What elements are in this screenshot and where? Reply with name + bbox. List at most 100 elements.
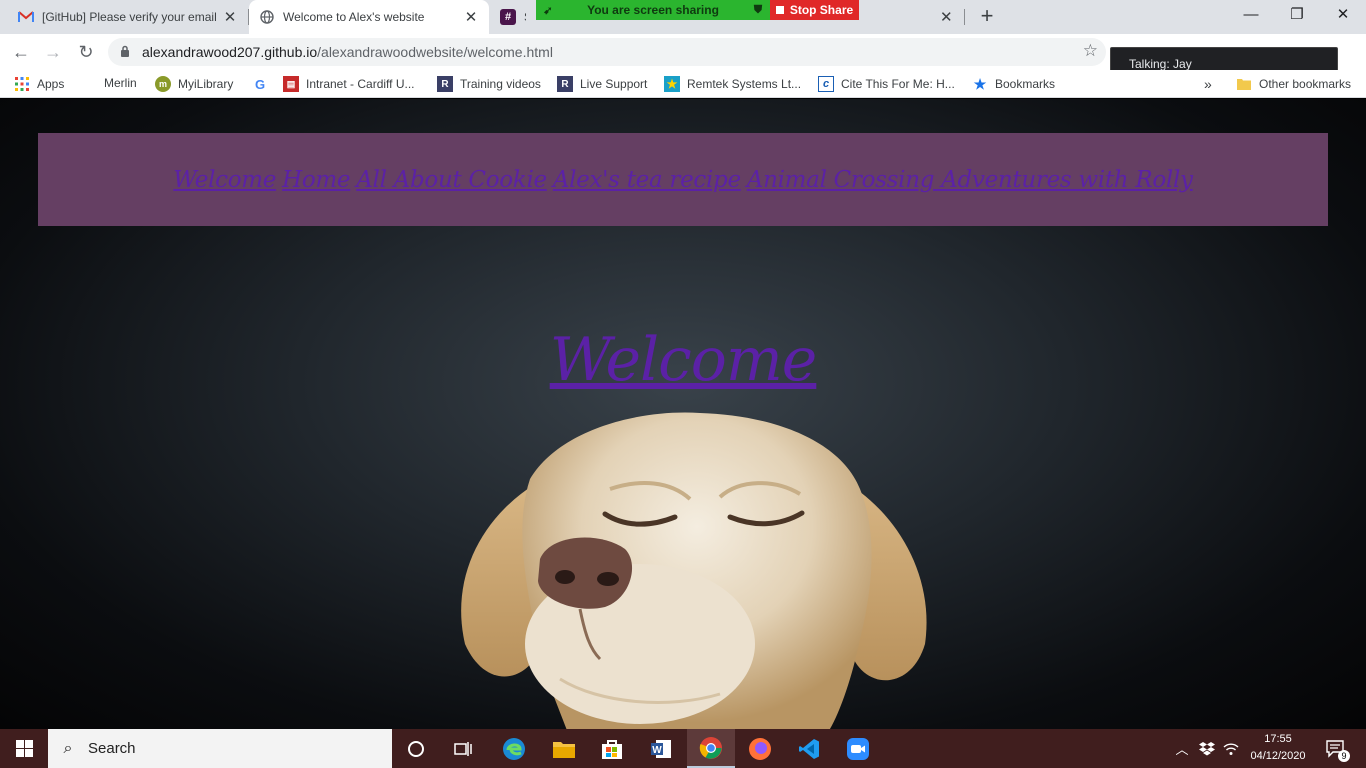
bookmark-training-videos[interactable]: R Training videos (437, 76, 541, 92)
star-icon: ★ (664, 76, 680, 92)
nav-link-all-about-cookie[interactable]: All About Cookie (356, 167, 547, 193)
tab-separator (964, 9, 965, 25)
tab-title: Welcome to Alex's website (283, 10, 425, 24)
tab-gmail[interactable]: [GitHub] Please verify your email ✕ (8, 0, 248, 34)
slack-icon: # (500, 9, 516, 25)
other-bookmarks[interactable]: Other bookmarks (1236, 76, 1351, 92)
bookmark-label: Bookmarks (995, 77, 1056, 91)
task-view-icon[interactable] (440, 729, 488, 768)
apps-grid-icon (14, 76, 30, 92)
start-button[interactable] (0, 729, 48, 768)
globe-icon (259, 9, 275, 25)
nav-link-tea-recipe[interactable]: Alex's tea recipe (553, 167, 741, 193)
intranet-icon: ▤ (283, 76, 299, 92)
cite-icon: c (818, 76, 834, 92)
remtek-icon: R (437, 76, 453, 92)
tab-title: [GitHub] Please verify your email (42, 10, 216, 24)
star-icon: ★ (973, 75, 987, 92)
clock-date: 04/12/2020 (1250, 750, 1306, 762)
bookmark-label: Other bookmarks (1259, 77, 1352, 91)
bookmarks-bar: Apps Merlin m MyiLibrary G ▤ Intranet - … (0, 70, 1366, 98)
restore-button[interactable]: ❐ (1274, 0, 1320, 30)
bookmark-cite-this-for-me[interactable]: c Cite This For Me: H... (818, 76, 955, 92)
welcome-heading-link[interactable]: Welcome (550, 325, 818, 395)
folder-icon (1236, 76, 1252, 92)
windows-taskbar: ⌕ Search W ︿ 17:55 04/12/2020 9 (0, 729, 1366, 768)
store-icon[interactable] (588, 729, 636, 768)
nav-link-animal-crossing[interactable]: Animal Crossing Adventures with Rolly (747, 167, 1193, 193)
svg-text:W: W (652, 745, 662, 756)
word-icon[interactable]: W (637, 729, 685, 768)
remtek-icon: R (557, 76, 573, 92)
nav-link-home[interactable]: Home (282, 167, 350, 193)
bookmark-remtek-systems[interactable]: ★ Remtek Systems Lt... (664, 76, 801, 92)
firefox-icon[interactable] (736, 729, 784, 768)
stop-square-icon (775, 6, 784, 14)
clock-time: 17:55 (1264, 733, 1292, 745)
screen-share-status: You are screen sharing (587, 3, 719, 17)
bookmark-live-support[interactable]: R Live Support (557, 76, 647, 92)
web-page: Welcome Home All About Cookie Alex's tea… (0, 99, 1366, 729)
site-nav-bar: Welcome Home All About Cookie Alex's tea… (38, 133, 1328, 226)
bookmark-star-icon[interactable]: ☆ (1083, 41, 1098, 61)
bookmark-label: MyiLibrary (178, 77, 234, 91)
bookmark-myilibrary[interactable]: m MyiLibrary (155, 76, 233, 92)
notifications-button[interactable]: 9 (1320, 729, 1352, 768)
minimize-button[interactable]: — (1228, 0, 1274, 30)
close-window-button[interactable]: ✕ (1320, 0, 1366, 30)
dog-photo (461, 412, 927, 729)
share-leaf-icon: ➹ (543, 4, 553, 17)
shield-icon: ⛊ (753, 3, 763, 16)
wifi-icon[interactable] (1220, 729, 1242, 768)
search-label: Search (88, 740, 136, 757)
search-icon: ⌕ (63, 739, 73, 757)
close-tab-icon[interactable]: ✕ (940, 8, 953, 26)
chrome-icon[interactable] (687, 729, 735, 768)
zoom-icon[interactable] (834, 729, 882, 768)
bookmark-apps[interactable]: Apps (14, 76, 64, 92)
bookmarks-overflow-button[interactable]: » (1204, 76, 1212, 92)
taskbar-clock[interactable]: 17:55 04/12/2020 (1244, 731, 1312, 765)
reload-icon[interactable]: ↻ (73, 39, 99, 65)
show-hidden-icons-chevron-icon[interactable]: ︿ (1172, 729, 1192, 768)
address-bar[interactable]: alexandrawood207.github.io/alexandrawood… (108, 38, 1106, 66)
taskbar-search-box[interactable]: ⌕ Search (48, 729, 392, 768)
forward-arrow-icon[interactable]: → (40, 39, 66, 65)
bookmark-bookmarks[interactable]: ★ Bookmarks (972, 76, 1055, 92)
new-tab-button[interactable]: + (976, 4, 998, 30)
bookmark-label: Merlin (104, 76, 137, 90)
screen-share-banner: ➹ You are screen sharing ⛊ (536, 0, 770, 20)
close-tab-icon[interactable]: ✕ (463, 8, 479, 26)
bookmark-label: Training videos (460, 77, 541, 91)
stop-share-label: Stop Share (789, 3, 854, 17)
bookmark-label: Intranet - Cardiff U... (306, 77, 415, 91)
dropbox-icon[interactable] (1196, 729, 1218, 768)
windows-logo-icon (15, 740, 33, 757)
edge-icon[interactable] (490, 729, 538, 768)
google-icon: G (254, 76, 266, 92)
bookmark-label: Apps (37, 77, 65, 91)
url-path: /alexandrawoodwebsite/welcome.html (317, 44, 553, 60)
bookmark-label: Remtek Systems Lt... (687, 77, 802, 91)
notification-count-badge: 9 (1338, 750, 1350, 762)
tab-title: Sla (524, 10, 526, 24)
url-host: alexandrawood207.github.io (142, 44, 318, 60)
bookmark-label: Live Support (580, 77, 648, 91)
stop-share-button[interactable]: Stop Share (770, 0, 859, 20)
bookmark-label: Cite This For Me: H... (841, 77, 955, 91)
gmail-icon (18, 9, 34, 25)
back-arrow-icon[interactable]: ← (8, 39, 34, 65)
lock-icon (108, 45, 142, 60)
bookmark-google[interactable]: G (252, 76, 275, 92)
tab-slack[interactable]: # Sla (490, 0, 536, 34)
tab-alex-website[interactable]: Welcome to Alex's website ✕ (249, 0, 489, 34)
page-heading: Welcome (0, 325, 1366, 395)
vscode-icon[interactable] (785, 729, 833, 768)
cortana-icon[interactable] (392, 729, 440, 768)
close-tab-icon[interactable]: ✕ (222, 8, 238, 26)
file-explorer-icon[interactable] (540, 729, 588, 768)
nav-link-welcome[interactable]: Welcome (173, 167, 276, 193)
myilibrary-icon: m (155, 76, 171, 92)
bookmark-intranet[interactable]: ▤ Intranet - Cardiff U... (283, 76, 415, 92)
bookmark-merlin[interactable]: Merlin (104, 76, 137, 90)
